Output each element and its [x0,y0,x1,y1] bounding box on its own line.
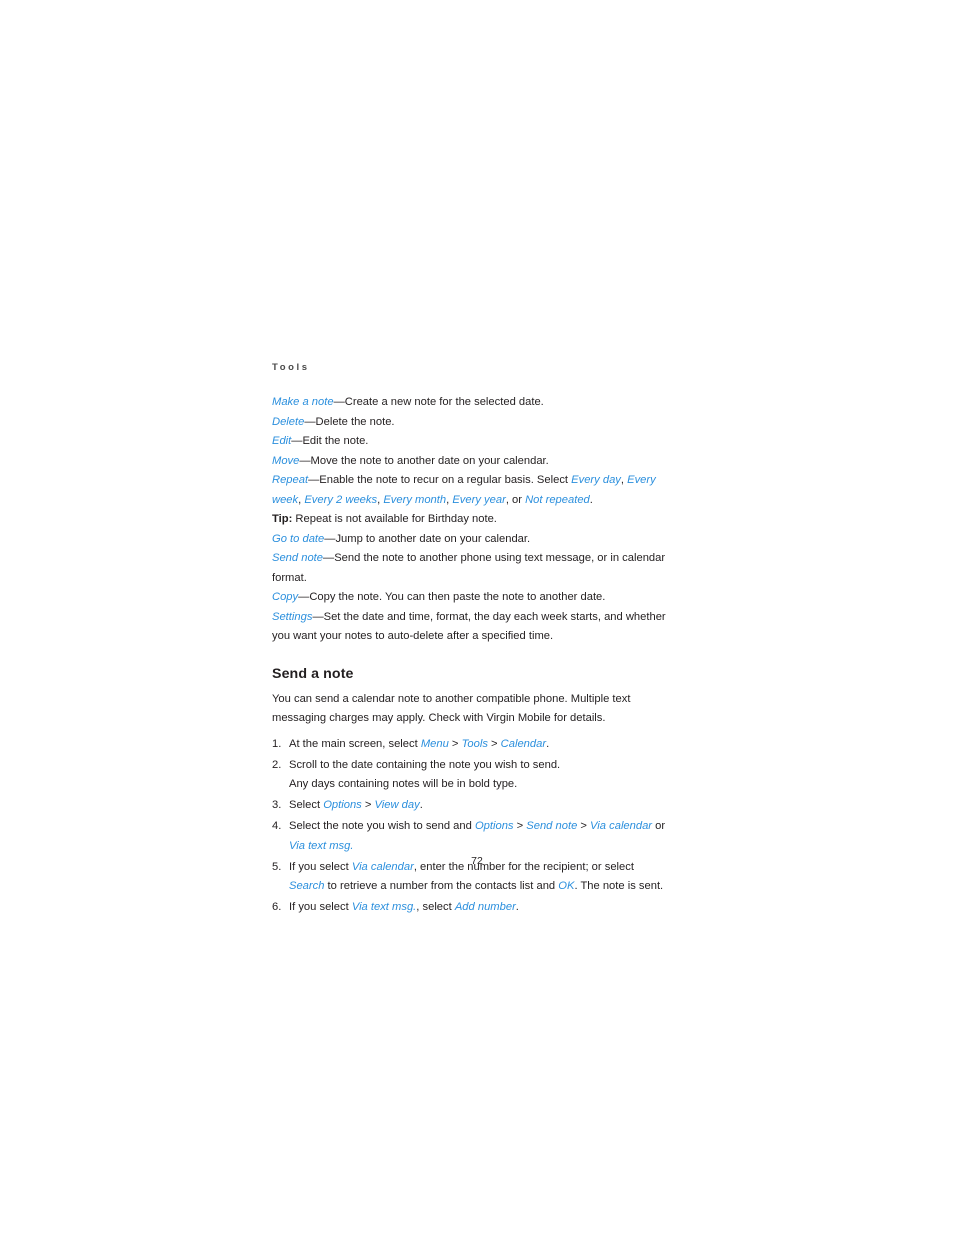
definition-repeat: Repeat—Enable the note to recur on a reg… [272,471,672,510]
ui-term-send-note: Send note [526,820,578,833]
definition-dash: — [324,532,336,545]
ui-term-go-to-date: Go to date [272,532,325,545]
page-content: Tools Make a note—Create a new note for … [272,362,672,919]
ui-term-tools: Tools [461,737,488,750]
definition-description: Set the date and time, format, the day e… [272,610,666,643]
tip-label: Tip: [272,513,293,526]
send-a-note-steps-list: 1. At the main screen, select Menu > Tool… [272,735,672,918]
definition-make-a-note: Make a note—Create a new note for the se… [272,393,672,413]
path-separator: > [448,737,462,750]
path-separator: > [577,820,591,833]
step-text-post: . [515,901,519,914]
definition-description: Copy the note. You can then paste the no… [309,591,606,604]
ui-term-every-year: Every year [452,493,506,506]
definition-copy: Copy—Copy the note. You can then paste t… [272,588,672,608]
step-number: 6. [272,901,282,914]
calendar-options-definition-list: Make a note—Create a new note for the se… [272,393,672,647]
ui-term-calendar: Calendar [500,737,547,750]
step-number: 3. [272,799,282,812]
definition-move: Move—Move the note to another date on yo… [272,452,672,472]
step-text: Scroll to the date containing the note y… [289,758,561,771]
ui-term-every-day: Every day [571,474,621,487]
definition-dash: — [291,435,303,448]
ui-term-every-2-weeks: Every 2 weeks [304,493,378,506]
ui-term-not-repeated: Not repeated [525,493,590,506]
ui-term-options: Options [323,799,362,812]
definition-description-after: . [589,493,593,506]
step-text-mid: , select [416,901,455,914]
step-item-2: 2. Scroll to the date containing the note… [272,756,672,795]
ui-term-view-day: View day [374,799,420,812]
page-number: 72 [471,855,483,867]
list-conjunction: or [512,493,522,506]
definition-dash: — [304,415,316,428]
tip-note: Tip: Repeat is not available for Birthda… [272,510,672,530]
ui-term-copy: Copy [272,591,299,604]
definition-description-before: Enable the note to recur on a regular ba… [319,474,572,487]
step-sub-line: Any days containing notes will be in bol… [289,778,518,791]
path-separator: > [361,799,375,812]
ui-term-menu: Menu [420,737,449,750]
ui-term-ok: OK [558,880,575,893]
definition-description: Delete the note. [315,415,395,428]
definition-description: Create a new note for the selected date. [344,396,544,409]
ui-term-make-a-note: Make a note [272,396,334,409]
definition-send-note: Send note—Send the note to another phone… [272,549,672,588]
ui-term-move: Move [272,454,300,467]
definition-description: Jump to another date on your calendar. [335,532,531,545]
definition-dash: — [308,474,320,487]
ui-term-delete: Delete [272,415,305,428]
step-item-1: 1. At the main screen, select Menu > Tool… [272,735,672,755]
step-text-pre: At the main screen, select [289,737,421,750]
definition-settings: Settings—Set the date and time, format, … [272,608,672,647]
ui-term-via-calendar: Via calendar [590,820,653,833]
step-number: 2. [272,758,282,771]
step-text-pre: Select [289,799,324,812]
ui-term-every-month: Every month [383,493,447,506]
step-text-post: . [419,799,423,812]
step-text-post: . The note is sent. [574,880,664,893]
step-text-post: . [546,737,550,750]
ui-term-search: Search [289,880,325,893]
section-intro-paragraph: You can send a calendar note to another … [272,692,631,725]
document-page: Tools Make a note—Create a new note for … [0,0,954,1235]
ui-term-options: Options [474,820,514,833]
definition-dash: — [312,610,324,623]
step-item-3: 3. Select Options > View day. [272,796,672,816]
step-text-mid: or [652,820,666,833]
definition-delete: Delete—Delete the note. [272,413,672,433]
step-text-mid-2: to retrieve a number from the contacts l… [324,880,559,893]
running-head: Tools [272,362,310,373]
step-text-pre: Select the note you wish to send and [289,820,475,833]
definition-dash: — [333,396,345,409]
path-separator: > [487,737,501,750]
definition-dash: — [298,591,310,604]
path-separator: > [513,820,527,833]
ui-term-via-text-msg: Via text msg. [289,839,354,852]
ui-term-send-note: Send note [272,552,324,565]
step-number: 1. [272,737,282,750]
step-item-4: 4. Select the note you wish to send and O… [272,817,672,856]
step-item-6: 6. If you select Via text msg., select Ad… [272,898,672,918]
step-number: 4. [272,820,282,833]
definition-edit: Edit—Edit the note. [272,432,672,452]
definition-dash: — [323,552,335,565]
definition-description: Move the note to another date on your ca… [310,454,549,467]
tip-text: Repeat is not available for Birthday not… [295,513,497,526]
step-text-pre: If you select [289,901,352,914]
definition-dash: — [299,454,311,467]
ui-term-via-text-msg: Via text msg. [351,901,417,914]
ui-term-edit: Edit [272,435,292,448]
section-heading-send-a-note: Send a note [272,665,354,682]
definition-description: Edit the note. [302,435,369,448]
ui-term-repeat: Repeat [272,474,309,487]
ui-term-settings: Settings [272,610,313,623]
definition-go-to-date: Go to date—Jump to another date on your … [272,530,672,550]
ui-term-add-number: Add number [454,901,516,914]
